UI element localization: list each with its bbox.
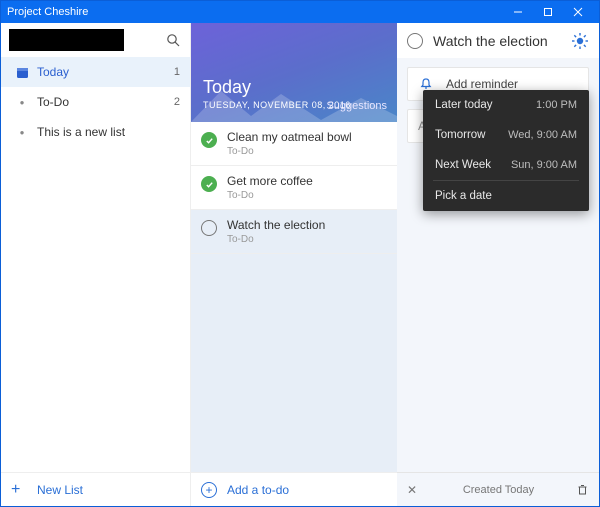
sidebar-item-custom-list[interactable]: ● This is a new list (1, 117, 190, 147)
check-icon (205, 136, 214, 145)
task-title: Get more coffee (227, 174, 313, 188)
sidebar-item-today[interactable]: Today 1 (1, 57, 190, 87)
detail-checkbox[interactable] (407, 33, 423, 49)
bullet-icon: ● (15, 128, 29, 137)
lists: Today 1 ● To-Do 2 ● This is a new list (1, 57, 190, 472)
new-list-label: New List (37, 483, 83, 497)
popup-option-time: 1:00 PM (536, 99, 577, 111)
popup-option-label: Tomorrow (435, 129, 508, 141)
sidebar-item-count: 2 (174, 96, 180, 108)
account-region[interactable] (9, 29, 124, 51)
created-text: Created Today (421, 484, 576, 496)
minimize-icon (513, 7, 523, 17)
popup-option-time: Sun, 9:00 AM (511, 159, 577, 171)
detail-pane: Watch the election (397, 23, 599, 506)
app-title: Project Cheshire (7, 6, 88, 18)
new-list-button[interactable]: + New List (1, 472, 190, 506)
close-icon (573, 7, 583, 17)
close-button[interactable] (563, 1, 593, 23)
popup-option-time: Wed, 9:00 AM (508, 129, 577, 141)
search-button[interactable] (164, 31, 182, 49)
check-icon (205, 180, 214, 189)
delete-task-button[interactable] (576, 483, 589, 496)
task-list: Clean my oatmeal bowl To-Do Get more cof… (191, 122, 397, 472)
sidebar: Today 1 ● To-Do 2 ● This is a new list +… (1, 23, 191, 506)
detail-header: Watch the election (397, 23, 599, 59)
add-icon: + (201, 482, 217, 498)
detail-title[interactable]: Watch the election (433, 33, 571, 49)
task-title: Clean my oatmeal bowl (227, 130, 352, 144)
sun-icon (571, 32, 589, 50)
sidebar-item-count: 1 (174, 66, 180, 78)
popup-option-pick-date[interactable]: Pick a date (423, 181, 589, 211)
suggestions-button[interactable]: Suggestions (326, 100, 387, 112)
bullet-icon: ● (15, 98, 29, 107)
popup-option-tomorrow[interactable]: Tomorrow Wed, 9:00 AM (423, 120, 589, 150)
task-list-name: To-Do (227, 190, 313, 201)
detail-footer: ✕ Created Today (397, 472, 599, 506)
add-task-button[interactable]: + Add a to-do (191, 472, 397, 506)
search-icon (166, 33, 180, 47)
popup-option-later-today[interactable]: Later today 1:00 PM (423, 90, 589, 120)
titlebar: Project Cheshire (1, 1, 599, 23)
reminder-popup: Later today 1:00 PM Tomorrow Wed, 9:00 A… (423, 90, 589, 211)
trash-icon (576, 483, 589, 496)
sidebar-item-todo[interactable]: ● To-Do 2 (1, 87, 190, 117)
task-title: Watch the election (227, 218, 325, 232)
sidebar-item-label: This is a new list (37, 125, 180, 139)
task-row[interactable]: Get more coffee To-Do (191, 166, 397, 210)
sidebar-item-label: To-Do (37, 95, 174, 109)
app-window: Project Cheshire (0, 0, 600, 507)
app-body: Today 1 ● To-Do 2 ● This is a new list +… (1, 23, 599, 506)
task-row[interactable]: Watch the election To-Do (191, 210, 397, 254)
search-row (1, 23, 190, 57)
popup-option-label: Later today (435, 99, 536, 111)
task-list-name: To-Do (227, 234, 325, 245)
task-checkbox[interactable] (201, 176, 217, 192)
task-row[interactable]: Clean my oatmeal bowl To-Do (191, 122, 397, 166)
hide-detail-button[interactable]: ✕ (407, 483, 421, 497)
popup-option-label: Pick a date (435, 190, 577, 202)
task-checkbox[interactable] (201, 220, 217, 236)
popup-option-label: Next Week (435, 159, 511, 171)
calendar-today-icon (15, 65, 29, 79)
maximize-button[interactable] (533, 1, 563, 23)
my-day-button[interactable] (571, 32, 589, 50)
popup-option-next-week[interactable]: Next Week Sun, 9:00 AM (423, 150, 589, 180)
sidebar-item-label: Today (37, 65, 174, 79)
minimize-button[interactable] (503, 1, 533, 23)
add-task-label: Add a to-do (227, 483, 289, 497)
task-list-name: To-Do (227, 146, 352, 157)
hero-title: Today (203, 77, 385, 98)
reminder-label: Add reminder (446, 77, 518, 91)
plus-icon: + (11, 482, 27, 498)
task-checkbox[interactable] (201, 132, 217, 148)
main-pane: Today TUESDAY, NOVEMBER 08, 2016 Suggest… (191, 23, 397, 506)
hero: Today TUESDAY, NOVEMBER 08, 2016 Suggest… (191, 23, 397, 122)
maximize-icon (543, 7, 553, 17)
